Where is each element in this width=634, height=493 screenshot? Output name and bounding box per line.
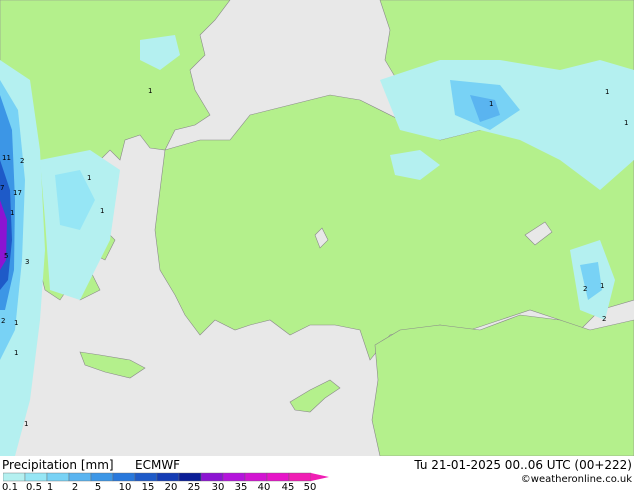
colorbar-tick-label: 0.5 [26,482,42,493]
colorbar-tick-label: 5 [94,482,102,493]
colorbar-swatch [222,472,246,482]
precipitation-map: 1 1 1 1 1 1 1 1 1 11 2 7 17 1 5 3 2 2 1 … [0,0,634,456]
map-canvas: 1 1 1 1 1 1 1 1 1 11 2 7 17 1 5 3 2 2 1 … [0,0,634,456]
map-label: 7 [0,184,4,192]
colorbar-swatch [266,472,290,482]
colorbar-tick-label: 50 [303,482,317,493]
colorbar-tick-label: 10 [118,482,132,493]
map-label: 3 [25,258,29,266]
colorbar-swatch [46,472,70,482]
colorbar-swatch [134,472,158,482]
map-label: 2 [602,315,606,323]
colorbar-tick-label: 35 [234,482,248,493]
colorbar-swatch [156,472,180,482]
colorbar-tick-label: 0.1 [2,482,18,493]
map-label: 1 [14,349,18,357]
legend-title: Precipitation [mm] [2,458,114,472]
colorbar-tick-label: 2 [71,482,79,493]
colorbar-swatch [178,472,202,482]
land-crete [79,351,146,379]
colorbar-swatch [112,472,136,482]
colorbar-arrow [311,473,329,481]
land-levant [371,314,634,456]
colorbar-tick-label: 40 [257,482,271,493]
map-label: 1 [489,100,493,108]
colorbar-tick-label: 15 [141,482,155,493]
map-label: 1 [100,207,104,215]
colorbar-tick-label: 25 [187,482,201,493]
map-label: 1 [24,420,28,428]
map-label: 1 [87,174,91,182]
map-label: 1 [10,209,14,217]
colorbar-tick-label: 20 [164,482,178,493]
colorbar-tick-label: 1 [46,482,54,493]
map-label: 5 [4,252,8,260]
map-label: 2 [1,317,5,325]
map-label: 1 [148,87,152,95]
credit-text: ©weatheronline.co.uk [520,474,632,485]
map-label: 2 [583,285,587,293]
map-label: 2 [20,157,24,165]
colorbar-swatch [3,472,26,482]
colorbar [3,472,329,482]
map-label: 11 [2,154,11,162]
valid-datetime: Tu 21-01-2025 00..06 UTC (00+222) [414,458,632,472]
map-label: 1 [605,88,609,96]
colorbar-swatch [24,472,48,482]
colorbar-swatch [90,472,114,482]
colorbar-swatch [288,472,312,482]
map-label: 1 [14,319,18,327]
colorbar-swatch [68,472,92,482]
colorbar-tick-label: 45 [281,482,295,493]
colorbar-tick-label: 30 [211,482,225,493]
colorbar-swatch [200,472,224,482]
land-cyprus [289,379,341,413]
map-label: 1 [600,282,604,290]
model-name: ECMWF [135,458,181,472]
colorbar-swatch [244,472,268,482]
map-label: 1 [624,119,628,127]
map-label: 17 [13,189,22,197]
